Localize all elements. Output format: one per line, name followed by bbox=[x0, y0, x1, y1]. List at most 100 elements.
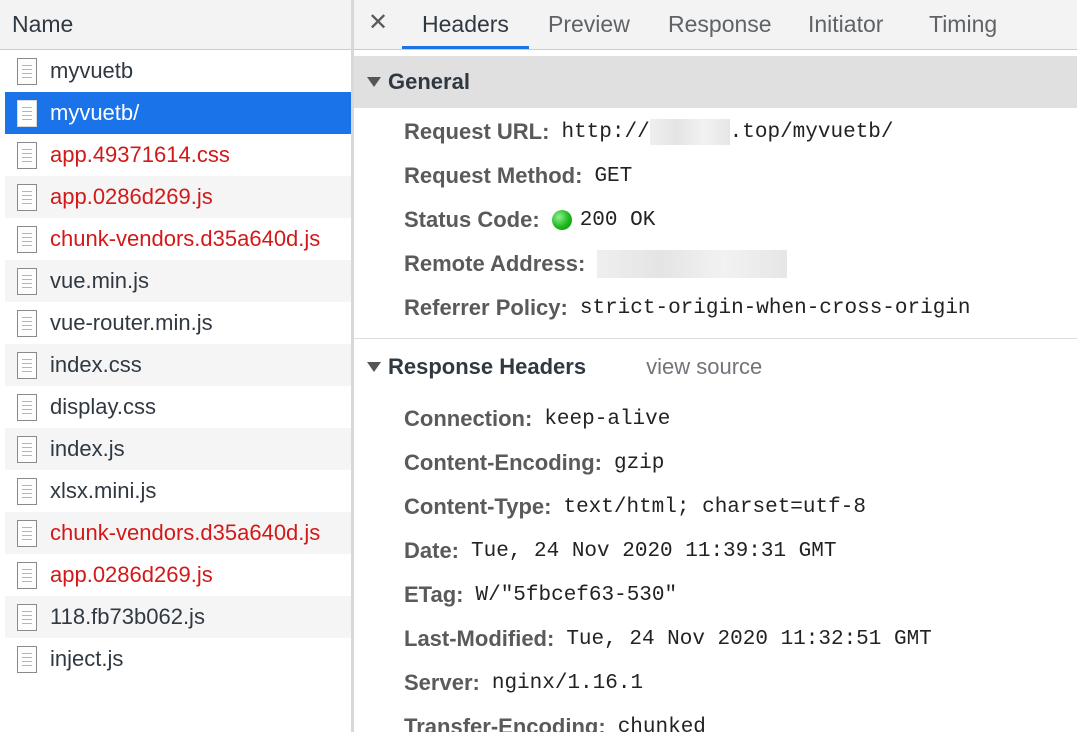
document-icon bbox=[17, 183, 37, 211]
request-row[interactable]: chunk-vendors.d35a640d.js bbox=[5, 218, 351, 260]
response-header-row: Content-Encoding: gzip bbox=[354, 441, 1077, 485]
tab-timing[interactable]: Timing bbox=[929, 0, 997, 49]
request-row[interactable]: display.css bbox=[5, 386, 351, 428]
request-row[interactable]: app.0286d269.js bbox=[5, 554, 351, 596]
request-name: app.0286d269.js bbox=[50, 184, 213, 209]
document-icon bbox=[17, 99, 37, 127]
request-row[interactable]: app.0286d269.js bbox=[5, 176, 351, 218]
response-header-row: Server: nginx/1.16.1 bbox=[354, 661, 1077, 705]
response-headers-section-header[interactable]: Response Headers view source bbox=[354, 341, 1077, 393]
request-url-key: Request URL: bbox=[404, 119, 550, 144]
request-row[interactable]: index.js bbox=[5, 428, 351, 470]
header-key: Content-Encoding: bbox=[404, 450, 602, 475]
redacted-host bbox=[649, 119, 730, 145]
request-name: app.49371614.css bbox=[50, 142, 230, 167]
view-source-link[interactable]: view source bbox=[646, 354, 762, 380]
response-header-row: Connection: keep-alive bbox=[354, 397, 1077, 441]
request-name: display.css bbox=[50, 394, 156, 419]
header-key: Server: bbox=[404, 670, 480, 695]
close-icon[interactable]: ✕ bbox=[368, 8, 388, 37]
tab-initiator[interactable]: Initiator bbox=[808, 0, 883, 49]
request-name: app.0286d269.js bbox=[50, 562, 213, 587]
header-value: chunked bbox=[617, 715, 706, 732]
document-icon bbox=[17, 267, 37, 295]
request-row[interactable]: myvuetb bbox=[5, 50, 351, 92]
referrer-policy-row: Referrer Policy: strict-origin-when-cros… bbox=[354, 286, 1077, 330]
request-row[interactable]: chunk-vendors.d35a640d.js bbox=[5, 512, 351, 554]
request-name: inject.js bbox=[50, 646, 124, 671]
response-header-row: Transfer-Encoding: chunked bbox=[354, 705, 1077, 732]
header-value: text/html; charset=utf-8 bbox=[563, 495, 866, 519]
header-value: keep-alive bbox=[544, 407, 671, 431]
response-headers-title: Response Headers bbox=[388, 354, 587, 379]
document-icon bbox=[17, 435, 37, 463]
document-icon bbox=[17, 351, 37, 379]
request-name: myvuetb/ bbox=[50, 100, 140, 125]
document-icon bbox=[17, 477, 37, 505]
document-icon bbox=[17, 603, 37, 631]
tab-preview[interactable]: Preview bbox=[548, 0, 630, 49]
redacted-remote-address bbox=[597, 250, 788, 278]
header-value: gzip bbox=[613, 451, 665, 475]
request-row[interactable]: vue.min.js bbox=[5, 260, 351, 302]
document-icon bbox=[17, 225, 37, 253]
section-divider bbox=[354, 338, 1077, 339]
request-url-suffix: .top/myvuetb/ bbox=[729, 120, 894, 144]
status-ok-icon bbox=[551, 210, 572, 230]
status-code-key: Status Code: bbox=[404, 207, 540, 232]
header-key: Content-Type: bbox=[404, 494, 552, 519]
document-icon bbox=[17, 309, 37, 337]
response-header-row: ETag: W/"5fbcef63-530" bbox=[354, 573, 1077, 617]
header-key: Last-Modified: bbox=[404, 626, 555, 651]
name-column-label: Name bbox=[12, 11, 74, 37]
referrer-policy-value: strict-origin-when-cross-origin bbox=[579, 296, 971, 320]
request-url-row: Request URL: http:// .top/myvuetb/ bbox=[354, 110, 1077, 154]
header-value: Tue, 24 Nov 2020 11:32:51 GMT bbox=[566, 627, 932, 651]
request-name: index.js bbox=[50, 436, 125, 461]
request-name: vue.min.js bbox=[50, 268, 150, 293]
request-name: 118.fb73b062.js bbox=[50, 604, 205, 629]
general-section-header[interactable]: General bbox=[354, 56, 1077, 108]
request-details-panel: ✕ Headers Preview Response Initiator Tim… bbox=[354, 0, 1077, 732]
request-method-row: Request Method: GET bbox=[354, 154, 1077, 198]
referrer-policy-key: Referrer Policy: bbox=[404, 295, 568, 320]
request-name: xlsx.mini.js bbox=[50, 478, 157, 503]
header-key: Transfer-Encoding: bbox=[404, 714, 606, 732]
response-header-row: Content-Type: text/html; charset=utf-8 bbox=[354, 485, 1077, 529]
request-row[interactable]: 118.fb73b062.js bbox=[5, 596, 351, 638]
document-icon bbox=[17, 519, 37, 547]
request-rows: myvuetb myvuetb/app.49371614.css app.0286d… bbox=[5, 50, 351, 680]
remote-address-row: Remote Address: bbox=[354, 242, 1077, 286]
response-header-row: Date: Tue, 24 Nov 2020 11:39:31 GMT bbox=[354, 529, 1077, 573]
status-code-value: 200 OK bbox=[579, 208, 656, 232]
request-row[interactable]: xlsx.mini.js bbox=[5, 470, 351, 512]
request-row[interactable]: inject.js bbox=[5, 638, 351, 680]
remote-address-key: Remote Address: bbox=[404, 251, 586, 276]
request-name: myvuetb bbox=[50, 58, 134, 83]
header-value: W/"5fbcef63-530" bbox=[475, 583, 678, 607]
document-icon bbox=[17, 57, 37, 85]
tab-headers[interactable]: Headers bbox=[402, 0, 529, 49]
request-name: chunk-vendors.d35a640d.js bbox=[50, 226, 321, 251]
header-key: Connection: bbox=[404, 406, 533, 431]
request-name: vue-router.min.js bbox=[50, 310, 213, 335]
header-value: nginx/1.16.1 bbox=[491, 671, 644, 695]
network-request-list: Name myvuetb myvuetb/app.49371614.css app.… bbox=[0, 0, 351, 732]
tab-response[interactable]: Response bbox=[668, 0, 772, 49]
name-column-header[interactable]: Name bbox=[0, 0, 351, 50]
collapse-triangle-icon bbox=[367, 362, 381, 372]
request-row[interactable]: myvuetb/ bbox=[5, 92, 351, 134]
document-icon bbox=[17, 645, 37, 673]
request-row[interactable]: vue-router.min.js bbox=[5, 302, 351, 344]
request-method-key: Request Method: bbox=[404, 163, 583, 188]
request-row[interactable]: app.49371614.css bbox=[5, 134, 351, 176]
header-value: Tue, 24 Nov 2020 11:39:31 GMT bbox=[471, 539, 837, 563]
document-icon bbox=[17, 393, 37, 421]
request-name: chunk-vendors.d35a640d.js bbox=[50, 520, 321, 545]
header-key: Date: bbox=[404, 538, 460, 563]
general-title: General bbox=[388, 69, 470, 94]
status-code-row: Status Code: 200 OK bbox=[354, 198, 1077, 242]
response-header-rows: Connection: keep-alive Content-Encoding: gz… bbox=[354, 397, 1077, 732]
document-icon bbox=[17, 561, 37, 589]
request-row[interactable]: index.css bbox=[5, 344, 351, 386]
